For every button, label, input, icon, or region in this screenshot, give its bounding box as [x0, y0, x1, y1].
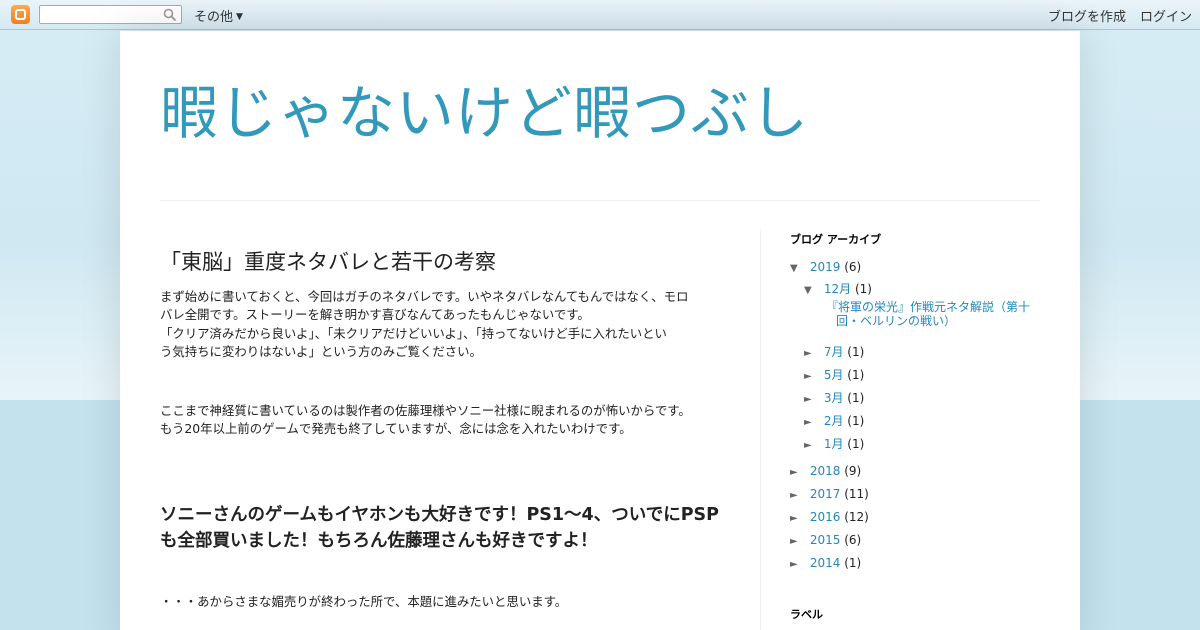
content-card: 暇じゃないけど暇つぶし 「東脳」重度ネタバレと若干の考察 まず始めに書いておくと…	[120, 31, 1080, 630]
navbar-more-menu[interactable]: その他 ▼	[194, 6, 243, 25]
archive-link[interactable]: 12月	[824, 282, 851, 296]
post-paragraph-3: ・・・あからさまな媚売りが終わった所で、本題に進みたいと思います。	[160, 594, 568, 609]
navbar-search-input[interactable]	[39, 5, 182, 24]
navbar-more-label: その他	[194, 10, 234, 25]
archive-link[interactable]: 2014	[810, 556, 841, 570]
expand-toggle-icon[interactable]: ►	[790, 536, 806, 547]
expand-toggle-icon[interactable]: ►	[790, 467, 806, 478]
archive-count: (1)	[847, 437, 865, 451]
expand-toggle-icon[interactable]: ►	[804, 348, 820, 359]
archive-count: (6)	[844, 260, 862, 274]
expand-toggle-icon[interactable]: ►	[804, 440, 820, 451]
archive-link[interactable]: 2017	[810, 487, 841, 501]
archive-link[interactable]: 2016	[810, 510, 841, 524]
archive-count: (1)	[847, 391, 865, 405]
archive-year-2017[interactable]: ► 2017 (11)	[790, 487, 869, 501]
archive-year-2015[interactable]: ► 2015 (6)	[790, 533, 861, 547]
archive-count: (1)	[847, 345, 865, 359]
archive-count: (1)	[854, 282, 872, 296]
text-line: バレ全開です。ストーリーを解き明かす喜びなんてあったもんじゃないです。	[160, 307, 590, 323]
archive-month-may[interactable]: ► 5月 (1)	[804, 366, 864, 383]
text-line: 「クリア済みだから良いよ」、「未クリアだけどいいよ」、「持ってないけど手に入れた…	[160, 325, 667, 341]
post-heading: ソニーさんのゲームもイヤホンも大好きです！PS1～4、ついでにPSP も全部買い…	[160, 502, 735, 554]
archive-link[interactable]: 2015	[810, 533, 841, 547]
archive-count: (9)	[844, 464, 862, 478]
expand-toggle-icon[interactable]: ►	[804, 371, 820, 382]
expand-toggle-icon[interactable]: ►	[804, 394, 820, 405]
post-link-line: 回・ベルリンの戦い）	[836, 314, 957, 328]
archive-count: (1)	[847, 414, 865, 428]
archive-count: (1)	[847, 368, 865, 382]
header-divider	[160, 200, 1040, 201]
text-line: う気持ちに変わりはないよ」という方のみご覧ください。	[160, 344, 482, 360]
archive-month-july[interactable]: ► 7月 (1)	[804, 343, 864, 360]
archive-link[interactable]: 2月	[824, 414, 844, 428]
search-icon[interactable]	[163, 8, 177, 22]
archive-year-2019[interactable]: ▼ 2019 (6)	[790, 260, 861, 274]
expand-toggle-icon[interactable]: ►	[804, 417, 820, 428]
archive-count: (11)	[844, 487, 869, 501]
post: 「東脳」重度ネタバレと若干の考察 まず始めに書いておくと、今回はガチのネタバレで…	[160, 246, 730, 609]
blogger-navbar: その他 ▼ ブログを作成 ログイン	[0, 0, 1200, 30]
archive-month-december[interactable]: ▼ 12月 (1)	[804, 280, 872, 297]
archive-link[interactable]: 5月	[824, 368, 844, 382]
archive-link[interactable]: 2018	[810, 464, 841, 478]
expand-toggle-icon[interactable]: ►	[790, 490, 806, 501]
collapse-toggle-icon[interactable]: ▼	[804, 285, 820, 296]
expand-toggle-icon[interactable]: ►	[790, 513, 806, 524]
archive-link[interactable]: 3月	[824, 391, 844, 405]
archive-link[interactable]: 2019	[810, 260, 841, 274]
heading-line: も全部買いました！もちろん佐藤理さんも好きですよ！	[160, 531, 598, 551]
archive-count: (6)	[844, 533, 862, 547]
archive-widget-title: ブログ アーカイブ	[790, 233, 882, 246]
post-title[interactable]: 「東脳」重度ネタバレと若干の考察	[160, 246, 730, 276]
archive-link[interactable]: 1月	[824, 437, 844, 451]
expand-toggle-icon[interactable]: ►	[790, 559, 806, 570]
archive-year-2016[interactable]: ► 2016 (12)	[790, 510, 869, 524]
archive-month-january[interactable]: ► 1月 (1)	[804, 435, 864, 452]
post-paragraph-2: ここまで神経質に書いているのは製作者の佐藤理様やソニー社様に睨まれるのが怖いから…	[160, 402, 730, 439]
blog-title[interactable]: 暇じゃないけど暇つぶし	[160, 66, 809, 150]
heading-line: ソニーさんのゲームもイヤホンも大好きです！PS1～4、ついでにPSP	[160, 505, 719, 525]
archive-count: (12)	[844, 510, 869, 524]
login-link[interactable]: ログイン	[1140, 6, 1192, 25]
text-line: ここまで神経質に書いているのは製作者の佐藤理様やソニー社様に睨まれるのが怖いから…	[160, 403, 691, 418]
text-line: もう20年以上前のゲームで発売も終了していますが、念には念を入れたいわけです。	[160, 421, 632, 437]
column-divider	[760, 230, 761, 630]
text-line: まず始めに書いておくと、今回はガチのネタバレです。いやネタバレなんてもんではなく…	[160, 289, 689, 304]
labels-widget-title: ラベル	[790, 608, 823, 621]
archive-link[interactable]: 7月	[824, 345, 844, 359]
blogger-logo-icon[interactable]	[11, 5, 30, 24]
archive-year-2018[interactable]: ► 2018 (9)	[790, 464, 861, 478]
post-link-line: 『将軍の栄光』作戦元ネタ解説（第十	[826, 300, 1031, 314]
create-blog-link[interactable]: ブログを作成	[1048, 6, 1126, 25]
archive-post-link[interactable]: 『将軍の栄光』作戦元ネタ解説（第十 回・ベルリンの戦い）	[826, 300, 1036, 328]
archive-month-march[interactable]: ► 3月 (1)	[804, 389, 864, 406]
caret-down-icon: ▼	[236, 12, 243, 22]
archive-year-2014[interactable]: ► 2014 (1)	[790, 556, 861, 570]
archive-count: (1)	[844, 556, 862, 570]
archive-month-february[interactable]: ► 2月 (1)	[804, 412, 864, 429]
collapse-toggle-icon[interactable]: ▼	[790, 263, 806, 274]
post-paragraph-1: まず始めに書いておくと、今回はガチのネタバレです。いやネタバレなんてもんではなく…	[160, 288, 730, 362]
